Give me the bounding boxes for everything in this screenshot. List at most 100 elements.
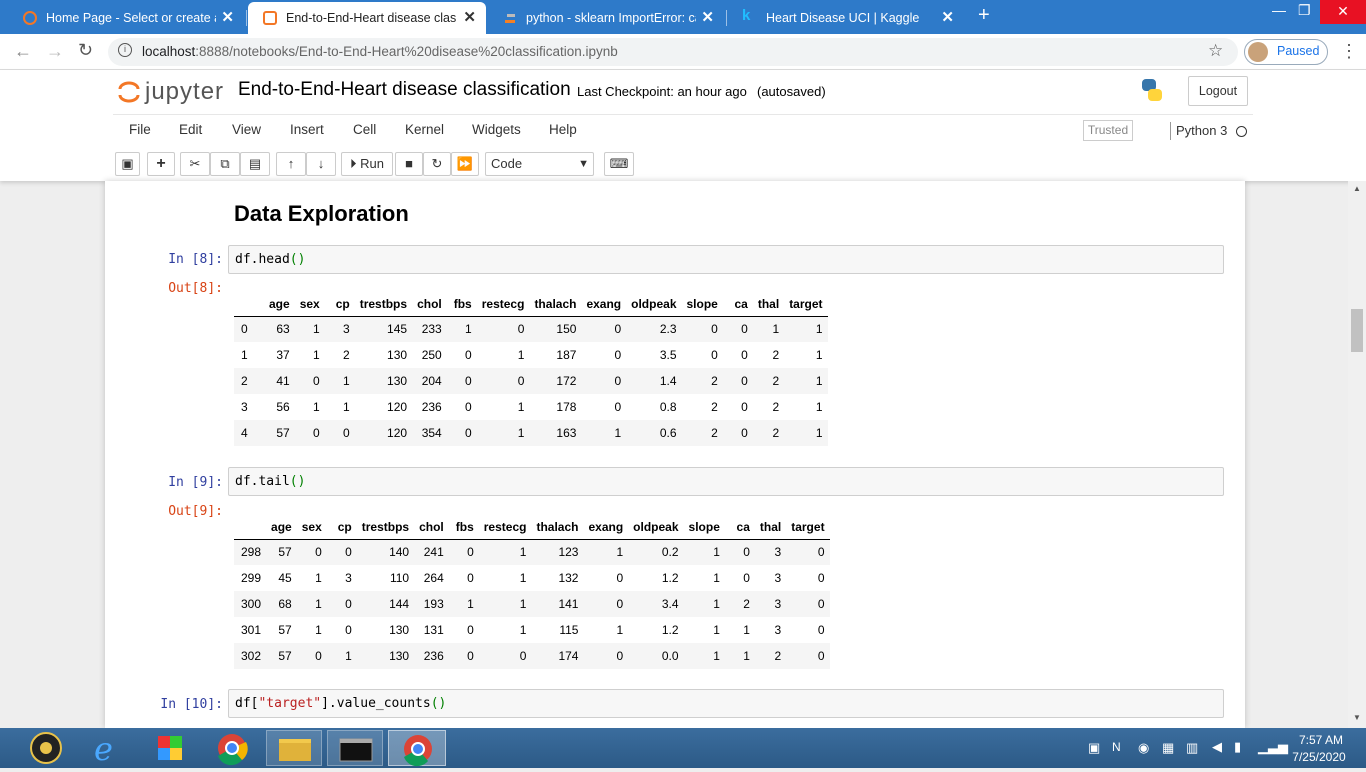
index-header (234, 292, 264, 317)
table-cell: 68 (278, 597, 292, 611)
menu-cell[interactable]: Cell (353, 122, 376, 137)
scroll-down-icon[interactable]: ▼ (1353, 713, 1361, 722)
table-cell: 1 (519, 545, 527, 560)
code-cell-input[interactable]: df.tail() (228, 467, 1224, 496)
info-icon[interactable]: i (118, 43, 132, 57)
code-cell-input[interactable]: df.head() (228, 245, 1224, 274)
plus-icon: + (156, 155, 166, 172)
menu-kernel[interactable]: Kernel (405, 122, 444, 137)
cell-type-select[interactable]: Code ▼ (485, 152, 594, 176)
table-cell: 2 (772, 426, 780, 440)
copy-button[interactable]: ⧉ (210, 152, 240, 176)
column-header: ca (722, 292, 753, 317)
table-header-row: age sex cp trestbps chol fbs restecg thalach exa… (234, 515, 830, 540)
language-icon[interactable]: N (1112, 740, 1121, 754)
move-up-button[interactable]: ↑ (276, 152, 306, 176)
scroll-up-icon[interactable]: ▲ (1353, 184, 1361, 193)
table-cell: 123 (558, 545, 579, 560)
autosave-status: (autosaved) (757, 84, 826, 99)
logout-button[interactable]: Logout (1188, 76, 1248, 106)
command-prompt-icon[interactable] (327, 730, 383, 766)
table-cell: 0 (817, 545, 825, 560)
kernel-divider (1170, 122, 1171, 140)
media-app-icon[interactable] (146, 730, 196, 766)
table-cell: 1 (815, 400, 823, 414)
menu-help[interactable]: Help (549, 122, 577, 137)
table-cell: 1 (743, 649, 750, 663)
menu-edit[interactable]: Edit (179, 122, 202, 137)
signal-icon[interactable]: ▁▃▅ (1258, 739, 1288, 755)
kernel-name[interactable]: Python 3 (1176, 123, 1227, 138)
code-cell-input[interactable]: df["target"].value_counts() (228, 689, 1224, 718)
tab-notebook[interactable]: End-to-End-Heart disease classifi ✕ (248, 2, 486, 34)
trusted-indicator[interactable]: Trusted (1083, 120, 1133, 141)
display-icon[interactable]: ▦ (1162, 740, 1174, 756)
scrollbar-thumb[interactable] (1351, 309, 1363, 352)
chrome-icon[interactable] (208, 730, 258, 766)
network-adapter-icon[interactable]: ▥ (1186, 740, 1198, 756)
reload-icon[interactable]: ↻ (78, 40, 93, 61)
notebook-title[interactable]: End-to-End-Heart disease classification (238, 79, 571, 101)
chrome-active-icon[interactable] (388, 730, 446, 767)
section-heading: Data Exploration (234, 201, 409, 226)
profile-button[interactable]: Paused (1244, 39, 1328, 65)
close-icon[interactable]: ✕ (463, 8, 476, 26)
tab-kaggle[interactable]: k Heart Disease UCI | Kaggle ✕ (728, 2, 964, 34)
table-cell: 0 (817, 571, 825, 585)
menu-widgets[interactable]: Widgets (472, 122, 521, 137)
restart-run-all-button[interactable]: ⏩ (451, 152, 479, 176)
table-row: 298 57 0 0 140 241 0 1 123 1 0.2 1 0 3 0 (234, 539, 830, 565)
back-icon[interactable]: ← (14, 41, 32, 62)
interrupt-button[interactable]: ■ (395, 152, 423, 176)
close-window-button[interactable]: ✕ (1320, 0, 1366, 24)
url-bar[interactable]: i localhost:8888/notebooks/End-to-End-He… (108, 38, 1238, 66)
new-tab-button[interactable]: + (978, 4, 990, 27)
internet-explorer-icon[interactable]: e (84, 730, 134, 768)
run-button[interactable]: ⏵ Run (341, 152, 393, 176)
bookmark-star-icon[interactable]: ☆ (1208, 41, 1223, 61)
start-button[interactable] (20, 730, 70, 766)
clock-date[interactable]: 7/25/2020 (1286, 750, 1352, 764)
close-icon[interactable]: ✕ (701, 8, 714, 26)
table-cell: 3 (774, 571, 782, 585)
notification-icon[interactable]: ▣ (1088, 740, 1100, 756)
menu-insert[interactable]: Insert (290, 122, 324, 137)
jupyter-favicon-icon (262, 10, 278, 26)
run-label: Run (360, 156, 384, 171)
insert-cell-button[interactable]: + (147, 152, 175, 176)
power-icon[interactable]: ▮ (1234, 739, 1241, 755)
cut-button[interactable]: ✂ (180, 152, 210, 176)
column-header: target (784, 292, 828, 317)
table-cell: 1 (517, 426, 525, 440)
page-scrollbar[interactable]: ▲ ▼ (1348, 181, 1366, 728)
tab-stackoverflow[interactable]: python - sklearn ImportError: can ✕ (488, 2, 724, 34)
table-cell: 1 (345, 649, 352, 663)
input-prompt: In [9]: (168, 475, 223, 490)
save-button[interactable]: ▣ (115, 152, 140, 176)
browser-toolbar: ← → ↻ i localhost:8888/notebooks/End-to-… (0, 34, 1366, 70)
table-cell: 0 (313, 426, 320, 440)
move-down-button[interactable]: ↓ (306, 152, 336, 176)
menu-view[interactable]: View (232, 122, 261, 137)
column-header: fbs (446, 292, 477, 317)
column-header: age (266, 515, 297, 540)
table-cell: 57 (278, 649, 292, 663)
jupyter-logo-icon (118, 81, 140, 103)
table-cell: 45 (278, 571, 292, 585)
close-icon[interactable]: ✕ (941, 8, 954, 26)
clock-time[interactable]: 7:57 AM (1290, 733, 1352, 747)
menu-kebab-icon[interactable]: ⋮ (1340, 41, 1358, 62)
volume-icon[interactable]: ◀ (1212, 739, 1222, 755)
menu-file[interactable]: File (129, 122, 151, 137)
restart-button[interactable]: ↻ (423, 152, 451, 176)
forward-icon[interactable]: → (46, 41, 64, 62)
restore-window-button[interactable]: ❐ (1298, 2, 1311, 19)
paste-button[interactable]: ▤ (240, 152, 270, 176)
tray-app-icon[interactable]: ◉ (1138, 740, 1149, 756)
command-palette-button[interactable]: ⌨ (604, 152, 634, 176)
minimize-window-button[interactable]: — (1272, 2, 1286, 18)
file-explorer-icon[interactable] (266, 730, 322, 766)
close-icon[interactable]: ✕ (221, 8, 234, 26)
table-cell: 56 (276, 400, 290, 414)
tab-home-page[interactable]: Home Page - Select or create a n ✕ (8, 2, 244, 34)
